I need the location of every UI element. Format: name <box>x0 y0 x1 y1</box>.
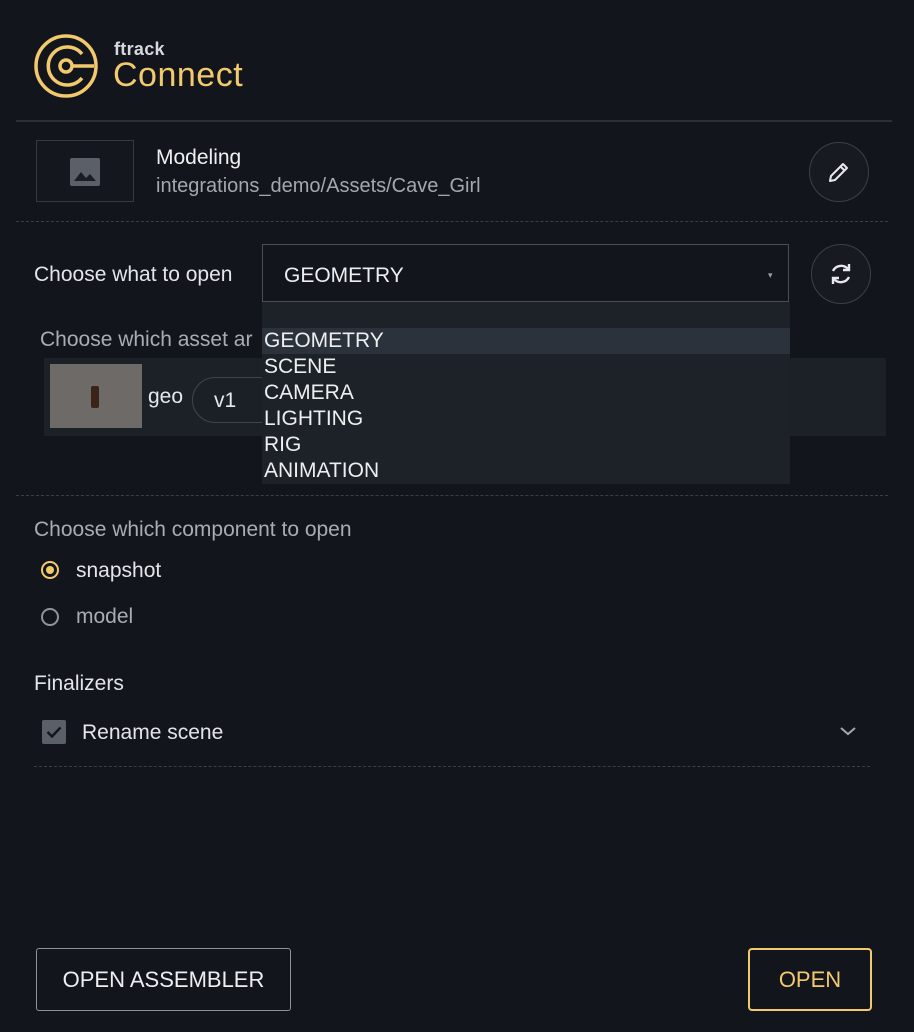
chevron-down-icon[interactable] <box>838 724 858 738</box>
refresh-icon <box>831 264 851 284</box>
section-divider <box>16 221 888 222</box>
checkmark-icon <box>46 726 62 739</box>
finalizers-label: Finalizers <box>34 672 124 695</box>
open-type-value: GEOMETRY <box>284 264 404 287</box>
refresh-button[interactable] <box>811 244 871 304</box>
rename-scene-label: Rename scene <box>82 721 224 744</box>
pencil-icon <box>829 163 848 182</box>
radio-snapshot[interactable] <box>41 561 59 579</box>
open-assembler-button[interactable]: OPEN ASSEMBLER <box>36 948 291 1011</box>
ftrack-logo-icon <box>34 34 98 98</box>
finalizer-divider <box>34 766 870 767</box>
radio-snapshot-label: snapshot <box>76 559 162 582</box>
version-value: v1 <box>214 389 237 412</box>
radio-model-label: model <box>76 605 134 628</box>
dropdown-option-geometry[interactable]: GEOMETRY <box>264 328 384 354</box>
dropdown-option-rig[interactable]: RIG <box>264 432 301 458</box>
context-name: Modeling <box>156 146 242 169</box>
radio-model[interactable] <box>41 608 59 626</box>
asset-name: geo <box>148 385 184 408</box>
header-divider <box>16 120 892 122</box>
dropdown-option-camera[interactable]: CAMERA <box>264 380 354 406</box>
open-button[interactable]: OPEN <box>748 948 872 1011</box>
brand-title: Connect <box>113 56 244 94</box>
dropdown-option-animation[interactable]: ANIMATION <box>264 458 379 484</box>
dropdown-option-lighting[interactable]: LIGHTING <box>264 406 363 432</box>
section-divider <box>16 495 888 496</box>
rename-scene-checkbox[interactable] <box>42 720 66 744</box>
asset-thumbnail-figure <box>91 386 99 408</box>
open-selector-label: Choose what to open <box>34 263 233 286</box>
image-placeholder-icon <box>70 158 100 186</box>
chevron-down-icon: ▾ <box>768 270 773 280</box>
edit-context-button[interactable] <box>809 142 869 202</box>
component-selector-label: Choose which component to open <box>34 518 352 541</box>
asset-selector-label: Choose which asset ar <box>40 328 253 351</box>
context-path: integrations_demo/Assets/Cave_Girl <box>156 175 481 197</box>
dropdown-option-scene[interactable]: SCENE <box>264 354 336 380</box>
